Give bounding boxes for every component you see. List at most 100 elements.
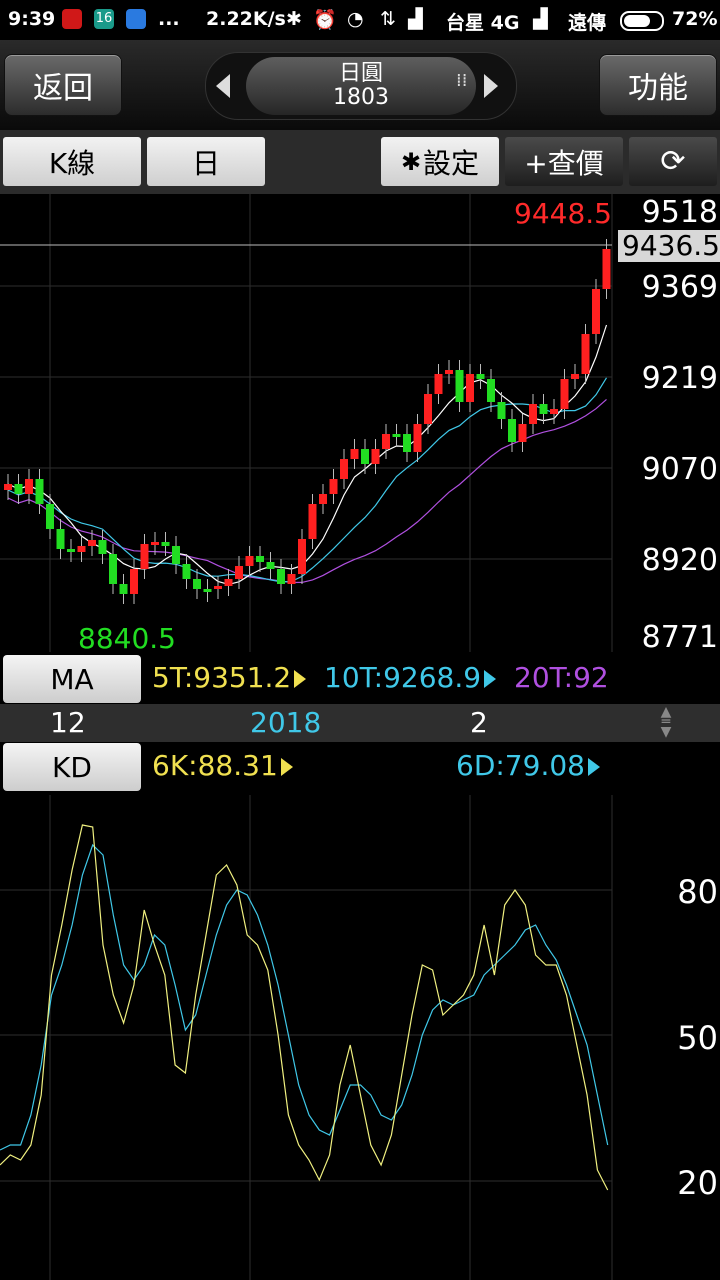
candle-body-20	[214, 586, 222, 589]
candle-body-17	[182, 564, 191, 579]
price-chart[interactable]	[0, 194, 720, 652]
candle-body-9	[98, 540, 107, 554]
candle-body-51	[539, 404, 548, 414]
candle-body-29	[308, 504, 317, 539]
candle-body-8	[88, 540, 96, 546]
candle-body-12	[130, 569, 138, 594]
candle-body-6	[67, 549, 75, 552]
gear-icon: ✱	[400, 147, 422, 176]
candle-body-53	[560, 379, 569, 409]
kd-tick-80: 80	[677, 873, 718, 911]
prev-symbol-icon[interactable]	[216, 74, 230, 98]
price-grid	[0, 194, 613, 652]
candle-body-52	[550, 409, 558, 414]
candle-body-37	[392, 434, 401, 437]
candle-body-30	[319, 494, 327, 504]
resize-handle-icon[interactable]: ▲ ═ ▼	[656, 705, 676, 739]
period-button[interactable]: 日	[147, 137, 265, 186]
ma5-path	[7, 324, 608, 586]
date-label-year: 2018	[250, 706, 322, 739]
candle-body-44	[466, 374, 474, 402]
symbol-name: 日圓	[338, 61, 383, 86]
back-button[interactable]: 返回	[4, 54, 122, 116]
candle-body-28	[298, 539, 306, 574]
candle-body-14	[151, 542, 159, 545]
candle-body-57	[602, 249, 611, 289]
symbol-title[interactable]: 日圓 1803	[246, 57, 476, 115]
candle-body-43	[455, 370, 464, 402]
price-tick-2: 9369	[641, 270, 718, 305]
carrier-secondary: 遠傳	[568, 12, 607, 34]
kd-tick-50: 50	[677, 1019, 718, 1057]
kline-button[interactable]: K線	[3, 137, 141, 186]
wifi-icon: ◔	[347, 8, 364, 30]
candle-body-46	[487, 379, 495, 402]
k-line	[0, 824, 609, 1191]
candle-body-7	[77, 546, 86, 552]
d-line	[0, 843, 609, 1151]
ma20-value: 20T:92	[514, 661, 609, 694]
date-label-dec: 12	[50, 706, 86, 739]
ma10-value: 10T:9268.9	[324, 661, 497, 694]
price-tick-6: 8771	[641, 620, 718, 655]
kd-indicator-button[interactable]: KD	[3, 743, 141, 791]
low-price-label: 8840.5	[78, 622, 176, 655]
candle-body-32	[340, 459, 348, 479]
function-button[interactable]: 功能	[599, 54, 717, 116]
candle-body-13	[140, 544, 149, 569]
price-tick-5: 8920	[641, 543, 718, 578]
candle-body-11	[119, 584, 128, 594]
current-price-tag: 9436.5	[618, 230, 720, 262]
candle-body-41	[434, 374, 443, 394]
candle-body-24	[256, 556, 264, 562]
candle-body-56	[592, 289, 600, 334]
signal-icon-2: ▟	[533, 8, 548, 30]
price-axis-area	[612, 194, 720, 652]
next-symbol-icon[interactable]	[484, 74, 498, 98]
ma20-line	[7, 398, 607, 584]
candle-body-1	[14, 484, 23, 494]
candle-body-38	[403, 434, 411, 452]
high-price-label: 9448.5	[514, 197, 612, 230]
rotate-screen-button[interactable]: ⟳	[629, 137, 717, 186]
candle-body-26	[277, 569, 285, 584]
ma5-value: 5T:9351.2	[152, 661, 307, 694]
candle-body-48	[508, 419, 516, 442]
candle-body-27	[287, 574, 296, 584]
network-speed: 2.22K/s	[206, 8, 286, 30]
status-bar: 9:39 16 ... 2.22K/s ✱ ⏰ ◔ ⇅ ▟ 台星 4G ▟ 遠傳…	[0, 0, 720, 40]
signal-icon: ▟	[408, 8, 423, 30]
candle-body-0	[4, 484, 12, 490]
top-navigation: 返回 日圓 1803 ⁞⁞ 功能	[0, 40, 720, 130]
candle-body-16	[172, 546, 180, 564]
settings-label: 設定	[423, 146, 480, 180]
kd-chart[interactable]	[0, 795, 720, 1280]
candle-body-5	[56, 529, 65, 549]
ma-indicator-button[interactable]: MA	[3, 655, 141, 703]
price-tick-3: 9219	[641, 361, 718, 396]
ma20-path	[7, 398, 607, 584]
candle-body-10	[109, 554, 117, 584]
date-axis[interactable]: 12 2018 2 ▲ ═ ▼	[0, 704, 720, 742]
carrier-primary: 台星 4G	[446, 12, 520, 34]
notification-badge: 16	[94, 9, 114, 29]
candle-body-25	[266, 562, 275, 569]
candle-body-33	[350, 449, 359, 459]
candle-body-47	[497, 402, 506, 419]
candle-body-50	[529, 404, 537, 424]
candle-body-22	[235, 566, 243, 579]
candle-body-55	[581, 334, 590, 374]
news-app-icon	[62, 9, 82, 29]
kd-tick-20: 20	[677, 1164, 718, 1202]
alarm-icon: ⏰	[313, 9, 337, 31]
candle-body-45	[476, 374, 485, 379]
battery-percent: 72%	[672, 8, 718, 30]
rotate-icon: ⟳	[660, 144, 686, 179]
settings-button[interactable]: ✱ 設定	[381, 137, 499, 186]
quote-button[interactable]: +查價	[505, 137, 623, 186]
candle-body-21	[224, 579, 233, 586]
battery-icon	[620, 11, 664, 31]
symbol-selector: 日圓 1803 ⁞⁞	[205, 52, 517, 120]
date-label-feb: 2	[470, 706, 488, 739]
ma5-line	[7, 324, 608, 586]
